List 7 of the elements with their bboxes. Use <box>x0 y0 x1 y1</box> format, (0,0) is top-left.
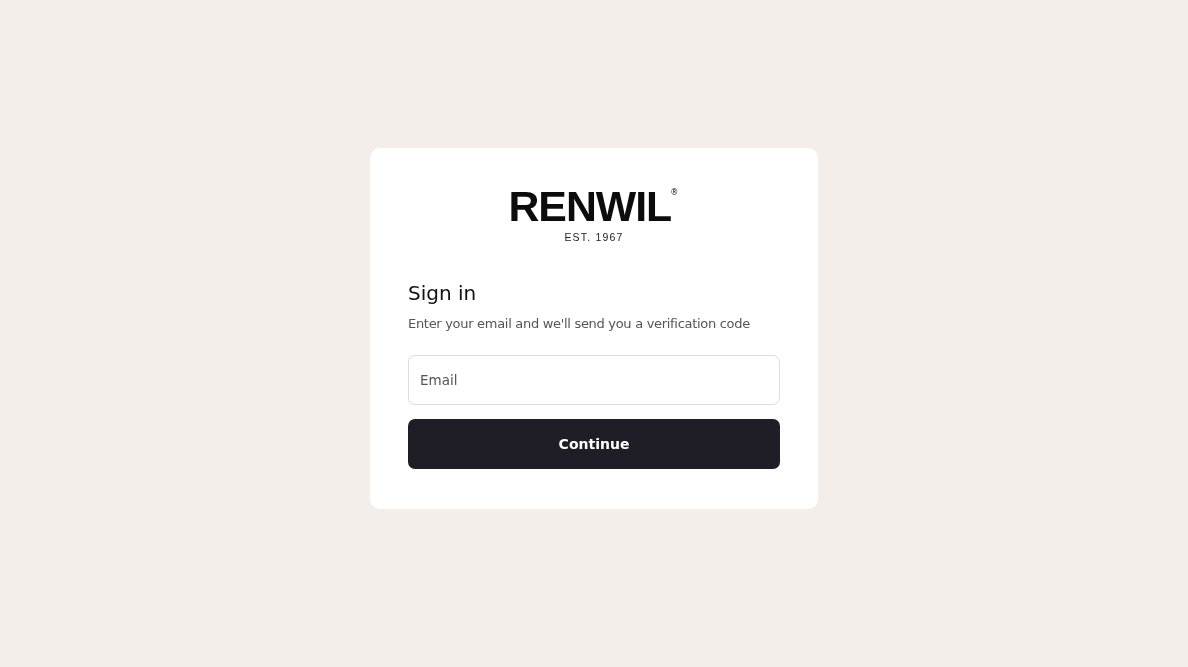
logo-wordmark: RENWIL <box>508 188 671 226</box>
continue-button[interactable]: Continue <box>408 419 780 469</box>
heading: Sign in <box>408 280 478 306</box>
registered-mark: ® <box>670 188 679 197</box>
subtitle: Enter your email and we'll send you a verification code <box>408 315 751 333</box>
email-field[interactable]: Email <box>408 355 780 405</box>
logo-tagline: EST. 1967 <box>564 231 624 243</box>
